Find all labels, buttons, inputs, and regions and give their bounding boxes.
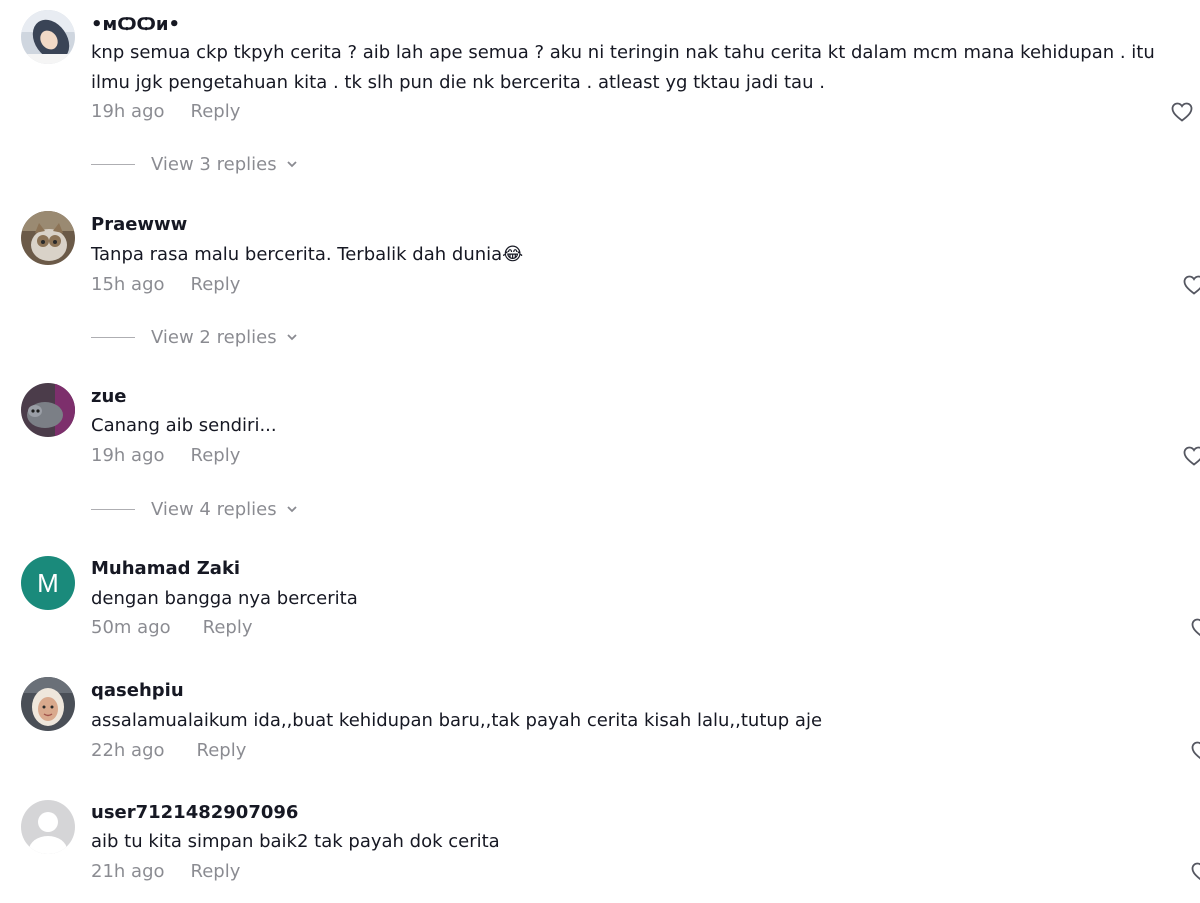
comment-meta: 19h ago Reply bbox=[91, 101, 240, 122]
view-replies-label: View 4 replies bbox=[151, 498, 277, 520]
view-replies-button[interactable]: View 3 replies bbox=[91, 152, 299, 176]
comment-timestamp: 21h ago bbox=[91, 861, 165, 882]
comment-text: dengan bangga nya bercerita bbox=[91, 588, 358, 609]
comment-timestamp: 15h ago bbox=[91, 274, 165, 295]
view-replies-label: View 2 replies bbox=[151, 326, 277, 348]
avatar[interactable] bbox=[21, 10, 75, 64]
comment-timestamp: 19h ago bbox=[91, 101, 165, 122]
like-heart-icon[interactable] bbox=[1190, 616, 1200, 640]
comment-username[interactable]: Muhamad Zaki bbox=[91, 558, 240, 579]
comment-timestamp: 19h ago bbox=[91, 445, 165, 466]
reply-button[interactable]: Reply bbox=[191, 445, 241, 466]
divider bbox=[91, 508, 135, 510]
reply-button[interactable]: Reply bbox=[203, 617, 253, 638]
comment-text: assalamualaikum ida,,buat kehidupan baru… bbox=[91, 710, 823, 731]
reply-button[interactable]: Reply bbox=[197, 740, 247, 761]
reply-button[interactable]: Reply bbox=[191, 274, 241, 295]
like-heart-icon[interactable] bbox=[1182, 273, 1200, 297]
comment-meta: 19h ago Reply bbox=[91, 445, 240, 466]
comment-username[interactable]: qasehpiu bbox=[91, 680, 184, 701]
comment-meta: 15h ago Reply bbox=[91, 274, 240, 295]
comment-meta: 21h ago Reply bbox=[91, 861, 240, 882]
chevron-down-icon bbox=[286, 161, 297, 168]
avatar[interactable] bbox=[21, 677, 75, 731]
like-heart-icon[interactable] bbox=[1190, 739, 1200, 763]
comment-timestamp: 50m ago bbox=[91, 617, 171, 638]
comment-username[interactable]: user7121482907096 bbox=[91, 802, 298, 823]
comment-text: knp semua ckp tkpyh cerita ? aib lah ape… bbox=[91, 42, 1155, 93]
comment-username[interactable]: Praewww bbox=[91, 214, 187, 235]
comment-text: Tanpa rasa malu bercerita. Terbalik dah … bbox=[91, 244, 524, 265]
view-replies-label: View 3 replies bbox=[151, 153, 277, 175]
avatar[interactable] bbox=[21, 800, 75, 854]
comment-username[interactable]: •ᴍѺѺᴎ• bbox=[91, 14, 180, 35]
like-heart-icon[interactable] bbox=[1190, 860, 1200, 884]
reply-button[interactable]: Reply bbox=[191, 101, 241, 122]
avatar[interactable] bbox=[21, 383, 75, 437]
divider bbox=[91, 336, 135, 338]
like-heart-icon[interactable] bbox=[1170, 100, 1194, 124]
comment-text: Canang aib sendiri... bbox=[91, 415, 277, 436]
view-replies-button[interactable]: View 2 replies bbox=[91, 325, 299, 349]
chevron-down-icon bbox=[286, 506, 297, 513]
comment-text: aib tu kita simpan baik2 tak payah dok c… bbox=[91, 831, 500, 852]
divider bbox=[91, 163, 135, 165]
comment-meta: 50m ago Reply bbox=[91, 617, 253, 638]
reply-button[interactable]: Reply bbox=[191, 861, 241, 882]
comment-timestamp: 22h ago bbox=[91, 740, 165, 761]
chevron-down-icon bbox=[286, 334, 297, 341]
avatar[interactable]: M bbox=[21, 556, 75, 610]
view-replies-button[interactable]: View 4 replies bbox=[91, 497, 299, 521]
like-heart-icon[interactable] bbox=[1182, 444, 1200, 468]
avatar[interactable] bbox=[21, 211, 75, 265]
comment-username[interactable]: zue bbox=[91, 386, 127, 407]
comment-meta: 22h ago Reply bbox=[91, 740, 246, 761]
